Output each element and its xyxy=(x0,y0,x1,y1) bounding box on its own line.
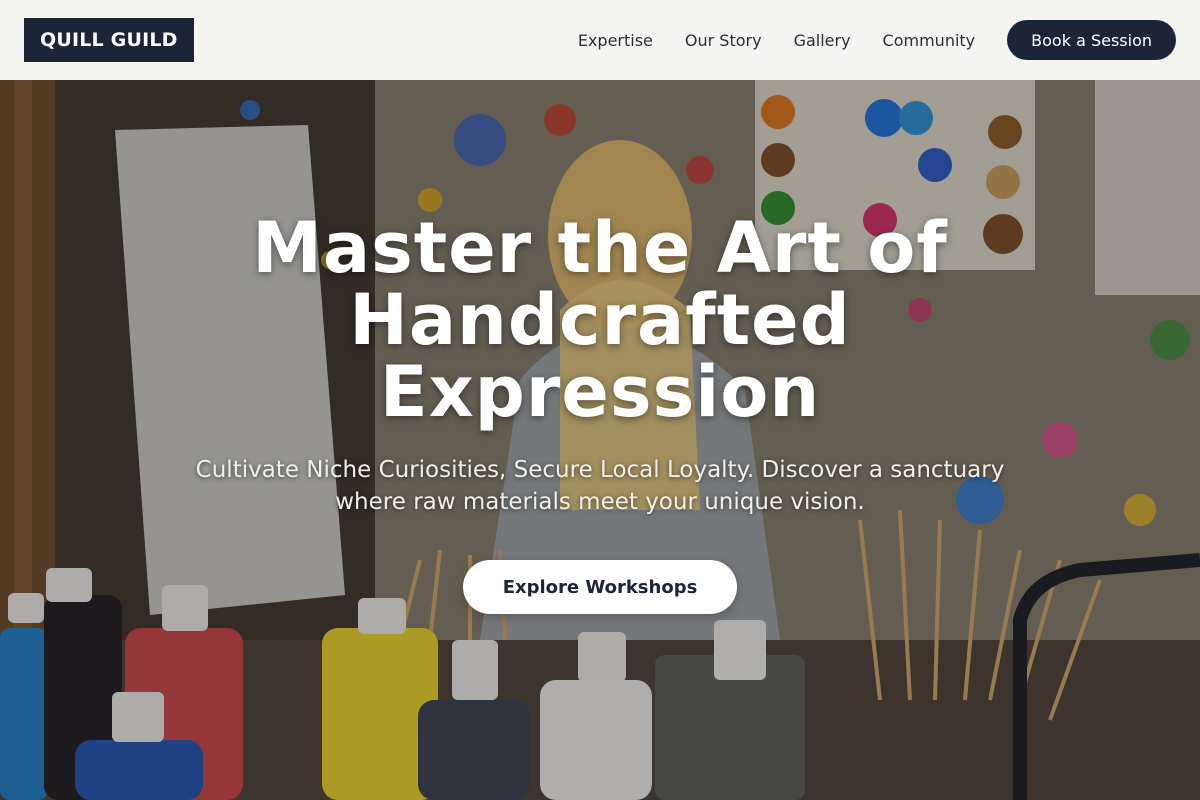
explore-workshops-button[interactable]: Explore Workshops xyxy=(463,560,737,614)
hero-subheadline: Cultivate Niche Curiosities, Secure Loca… xyxy=(195,457,1005,515)
nav-link-expertise[interactable]: Expertise xyxy=(578,31,653,50)
site-logo[interactable]: QUILL GUILD xyxy=(24,18,194,62)
hero-section: Master the Art of Handcrafted Expression… xyxy=(0,80,1200,800)
nav-link-our-story[interactable]: Our Story xyxy=(685,31,762,50)
nav-link-community[interactable]: Community xyxy=(883,31,976,50)
site-header: QUILL GUILD Expertise Our Story Gallery … xyxy=(0,0,1200,80)
hero-content: Master the Art of Handcrafted Expression… xyxy=(0,80,1200,800)
nav-link-gallery[interactable]: Gallery xyxy=(794,31,851,50)
book-session-button[interactable]: Book a Session xyxy=(1007,20,1176,60)
hero-headline: Master the Art of Handcrafted Expression xyxy=(252,207,948,433)
main-nav: Expertise Our Story Gallery Community Bo… xyxy=(578,20,1176,60)
